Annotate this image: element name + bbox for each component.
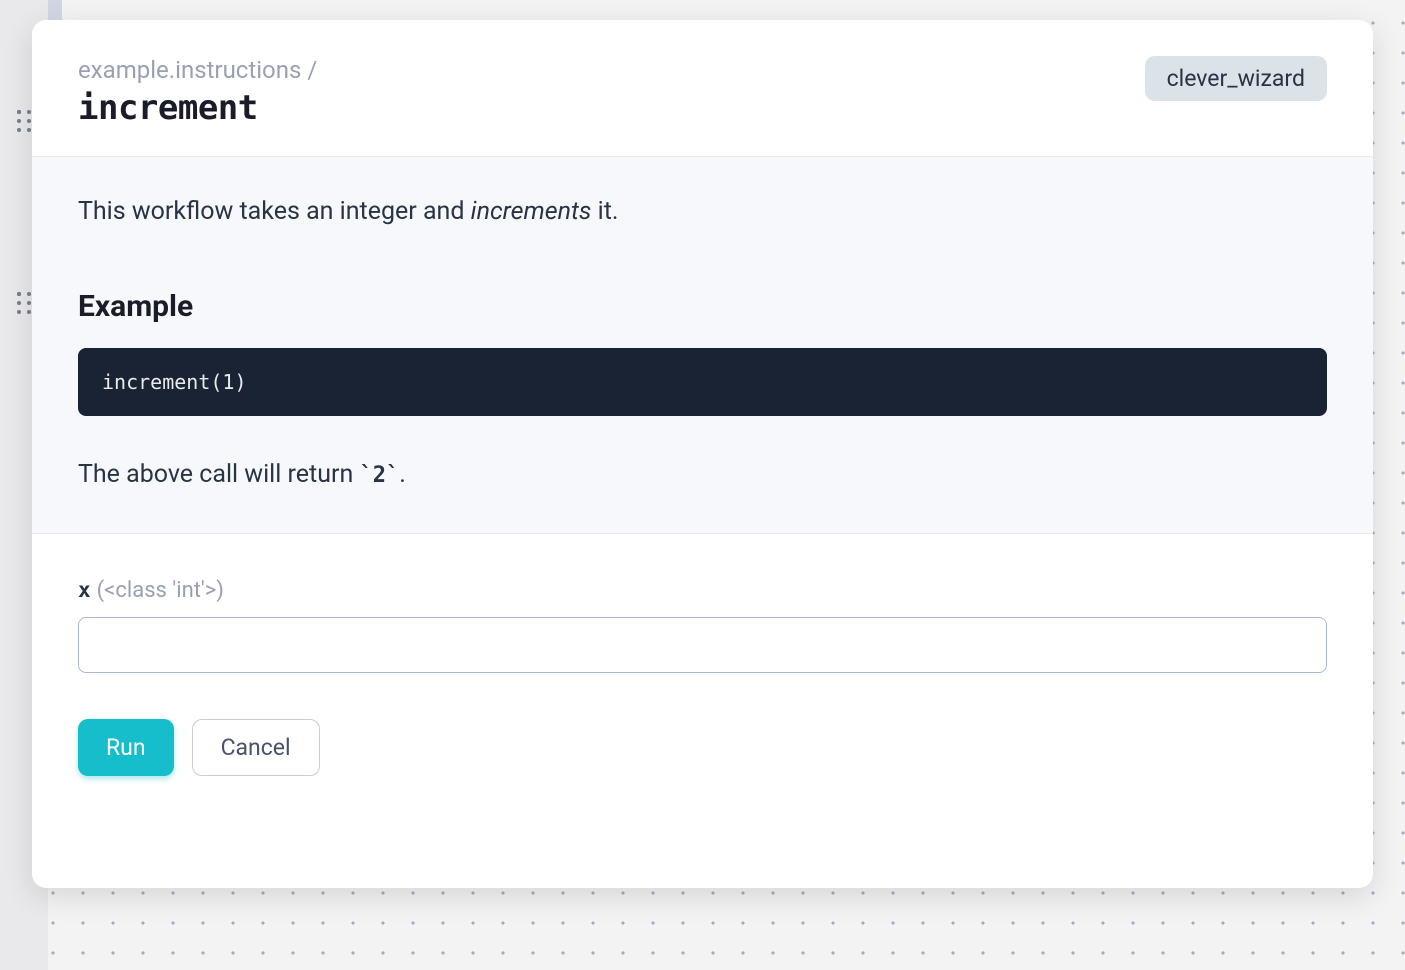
button-row: Run Cancel bbox=[78, 719, 1327, 776]
code-example: increment(1) bbox=[78, 348, 1327, 416]
description-text: it. bbox=[591, 197, 618, 226]
workflow-description: This workflow takes an integer and incre… bbox=[78, 193, 1327, 231]
run-button[interactable]: Run bbox=[78, 719, 174, 776]
cancel-button[interactable]: Cancel bbox=[192, 719, 320, 776]
breadcrumb-path: example.instructions / bbox=[78, 56, 317, 84]
result-text: The above call will return bbox=[78, 460, 359, 489]
description-emphasis: increments bbox=[471, 197, 592, 226]
drag-handle-icon[interactable] bbox=[17, 110, 31, 132]
description-text: This workflow takes an integer and bbox=[78, 197, 471, 226]
result-text: . bbox=[399, 460, 406, 489]
example-heading: Example bbox=[78, 289, 1327, 324]
field-type-label: (<class 'int'>) bbox=[97, 578, 224, 603]
result-code: `2` bbox=[359, 463, 399, 488]
owner-badge: clever_wizard bbox=[1145, 56, 1327, 101]
workflow-title: increment bbox=[78, 88, 317, 128]
modal-header: example.instructions / increment clever_… bbox=[32, 20, 1373, 157]
x-input[interactable] bbox=[78, 617, 1327, 673]
drag-handle-icon[interactable] bbox=[17, 292, 31, 314]
modal-form: x (<class 'int'>) Run Cancel bbox=[32, 534, 1373, 816]
field-name-label: x bbox=[78, 578, 91, 602]
modal-body: This workflow takes an integer and incre… bbox=[32, 157, 1373, 534]
field-label: x (<class 'int'>) bbox=[78, 578, 1327, 603]
workflow-modal: example.instructions / increment clever_… bbox=[32, 20, 1373, 888]
header-title-group: example.instructions / increment bbox=[78, 56, 317, 128]
result-description: The above call will return `2`. bbox=[78, 456, 1327, 494]
